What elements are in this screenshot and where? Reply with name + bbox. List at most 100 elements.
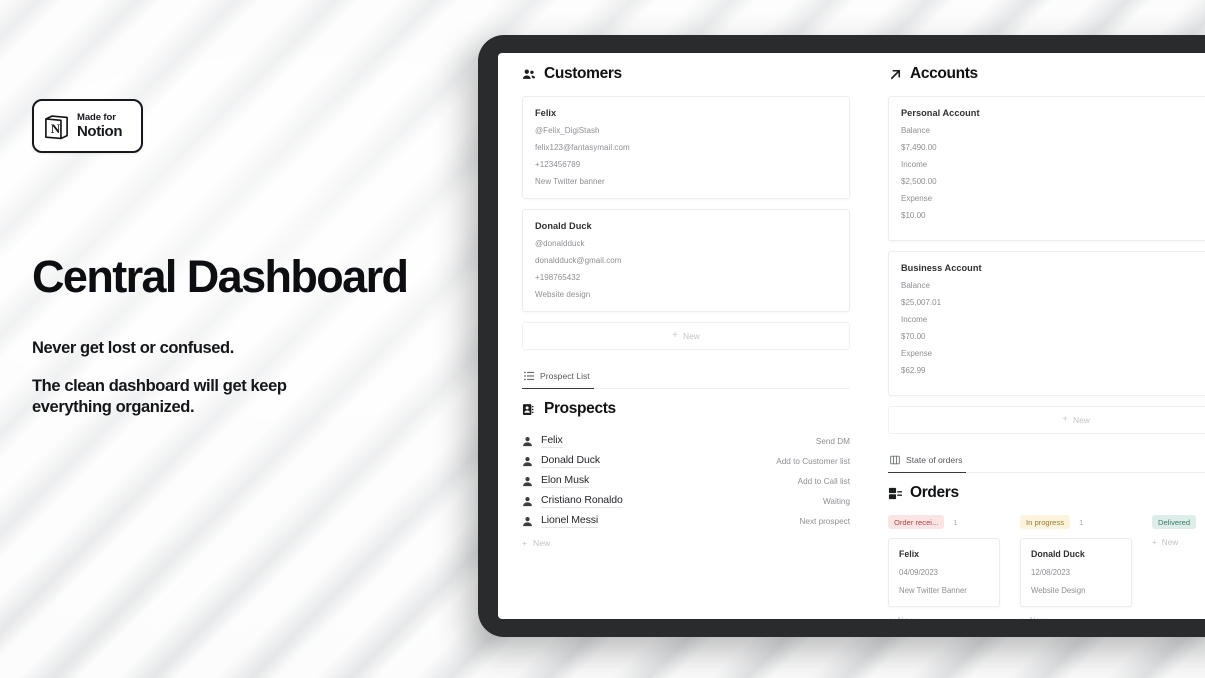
account-income-label: Income: [901, 315, 928, 324]
order-customer-name: Felix: [899, 549, 920, 559]
arrow-up-right-icon: [888, 67, 903, 82]
prospects-list: Felix Send DM Donald Duck Add to Custome…: [522, 431, 850, 531]
made-for-notion-badge: N Made for Notion: [32, 99, 143, 153]
list-view-icon: [524, 371, 534, 381]
list-item[interactable]: Lionel Messi Next prospect: [522, 511, 850, 531]
prospect-name: Cristiano Ronaldo: [541, 494, 623, 508]
customer-note: Website design: [535, 290, 591, 299]
kanban-new-label: New: [1030, 616, 1046, 619]
prospects-new-label: New: [533, 538, 551, 548]
customer-name: Donald Duck: [535, 221, 592, 231]
plus-icon: +: [672, 330, 679, 341]
plus-icon: +: [1152, 538, 1157, 547]
list-item[interactable]: Donald Duck Add to Customer list: [522, 451, 850, 471]
order-card[interactable]: Donald Duck 12/08/2023 Website Design: [1020, 538, 1132, 607]
customers-new-button[interactable]: + New: [522, 322, 850, 350]
account-income-value: $70.00: [901, 332, 926, 341]
prospects-section: Prospect List Prospects Felix Send DM Do…: [522, 368, 850, 548]
marketing-column: N Made for Notion Central Dashboard Neve…: [32, 0, 492, 678]
customer-handle: @Felix_DigiStash: [535, 126, 600, 135]
orders-title: Orders: [910, 484, 959, 501]
prospect-name: Felix: [541, 434, 563, 448]
orders-kanban-board: Order recei... 1 Felix 04/09/2023 New Tw…: [888, 515, 1205, 619]
orders-tab-bar: State of orders: [888, 452, 1205, 473]
account-income-label: Income: [901, 160, 928, 169]
customers-title: Customers: [544, 65, 622, 82]
order-customer-name: Donald Duck: [1031, 549, 1085, 559]
plus-icon: +: [1020, 616, 1025, 619]
kanban-column-delivered: Delivered 0 + New: [1152, 515, 1205, 619]
status-badge[interactable]: In progress: [1020, 515, 1070, 529]
account-card[interactable]: Personal Account Balance $7,490.00 Incom…: [888, 96, 1205, 241]
person-icon: [522, 456, 533, 467]
account-balance-value: $25,007.01: [901, 298, 942, 307]
account-expense-value: $62.99: [901, 366, 926, 375]
orders-section: State of orders Orders Order recei... 1 …: [888, 452, 1205, 619]
prospects-new-button[interactable]: + New: [522, 538, 850, 548]
accounts-title: Accounts: [910, 65, 978, 82]
notion-dashboard-page: Customers Felix @Felix_DigiStash felix12…: [498, 53, 1205, 619]
person-icon: [522, 496, 533, 507]
kanban-column-in-progress: In progress 1 Donald Duck 12/08/2023 Web…: [1020, 515, 1132, 619]
tab-prospect-list-label: Prospect List: [540, 371, 590, 381]
prospect-status: Add to Customer list: [776, 456, 850, 466]
kanban-column-count: 1: [1079, 517, 1084, 527]
tablet-device-frame: Customers Felix @Felix_DigiStash felix12…: [478, 35, 1205, 637]
customer-handle: @donaldduck: [535, 239, 585, 248]
account-card[interactable]: Business Account Balance $25,007.01 Inco…: [888, 251, 1205, 396]
svg-text:N: N: [51, 120, 61, 135]
contacts-icon: [522, 402, 537, 417]
account-income-value: $2,500.00: [901, 177, 937, 186]
prospect-status: Waiting: [823, 496, 850, 506]
prospect-name: Elon Musk: [541, 474, 590, 488]
prospect-status: Add to Call list: [797, 476, 850, 486]
customer-email: felix123@fantasymail.com: [535, 143, 630, 152]
account-expense-value: $10.00: [901, 211, 926, 220]
kanban-column-count: 1: [953, 517, 958, 527]
customers-new-label: New: [683, 331, 700, 341]
tab-state-of-orders[interactable]: State of orders: [888, 455, 967, 473]
list-item[interactable]: Felix Send DM: [522, 431, 850, 451]
customer-card[interactable]: Felix @Felix_DigiStash felix123@fantasym…: [522, 96, 850, 199]
hero-subtitle-1: Never get lost or confused.: [32, 339, 234, 357]
list-item[interactable]: Cristiano Ronaldo Waiting: [522, 491, 850, 511]
prospect-name: Donald Duck: [541, 454, 601, 468]
prospects-title: Prospects: [544, 400, 616, 417]
list-item[interactable]: Elon Musk Add to Call list: [522, 471, 850, 491]
orders-section-header: Orders: [888, 484, 1205, 502]
status-badge[interactable]: Order recei...: [888, 515, 945, 529]
account-balance-value: $7,490.00: [901, 143, 937, 152]
prospect-status: Next prospect: [799, 516, 850, 526]
tab-prospect-list[interactable]: Prospect List: [522, 371, 594, 389]
person-icon: [522, 476, 533, 487]
kanban-new-button[interactable]: + New: [888, 616, 1000, 619]
order-card[interactable]: Felix 04/09/2023 New Twitter Banner: [888, 538, 1000, 607]
page-title: Central Dashboard: [32, 251, 409, 302]
order-item: Website Design: [1031, 586, 1086, 595]
customer-email: donaldduck@gmail.com: [535, 256, 622, 265]
badge-notion-label: Notion: [77, 122, 123, 140]
prospect-name: Lionel Messi: [541, 514, 599, 528]
account-name: Personal Account: [901, 108, 980, 118]
order-item: New Twitter Banner: [899, 586, 967, 595]
accounts-section-header: Accounts: [888, 65, 1205, 83]
tablet-screen: Customers Felix @Felix_DigiStash felix12…: [498, 53, 1205, 619]
kanban-new-button[interactable]: + New: [1152, 538, 1205, 547]
plus-icon: +: [888, 616, 893, 619]
hero-subtitle-2: The clean dashboard will get keep everyt…: [32, 377, 287, 417]
prospects-tab-bar: Prospect List: [522, 368, 850, 389]
account-expense-label: Expense: [901, 194, 933, 203]
customer-card[interactable]: Donald Duck @donaldduck donaldduck@gmail…: [522, 209, 850, 312]
person-icon: [522, 516, 533, 527]
kanban-new-button[interactable]: + New: [1020, 616, 1132, 619]
account-expense-label: Expense: [901, 349, 933, 358]
badge-made-for-label: Made for: [77, 111, 116, 123]
customer-phone: +198765432: [535, 273, 581, 282]
prospect-status: Send DM: [815, 436, 850, 446]
prospects-section-header: Prospects: [522, 400, 850, 418]
status-badge[interactable]: Delivered: [1152, 515, 1197, 529]
person-icon: [522, 436, 533, 447]
kanban-new-label: New: [898, 616, 914, 619]
tab-state-of-orders-label: State of orders: [906, 455, 963, 465]
accounts-new-button[interactable]: + New: [888, 406, 1205, 434]
